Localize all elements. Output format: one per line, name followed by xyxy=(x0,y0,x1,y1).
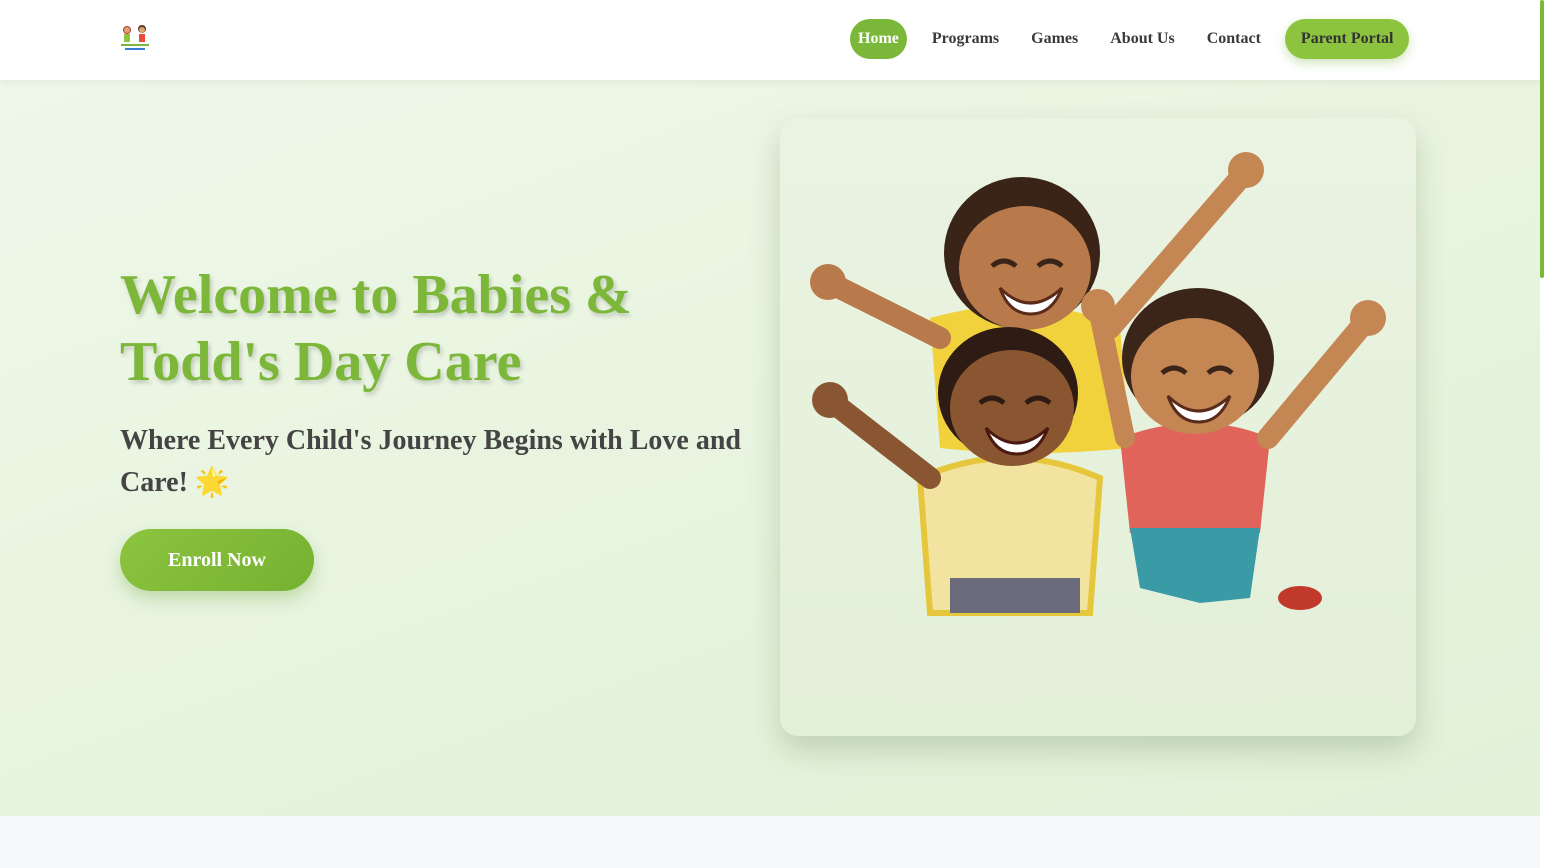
nav-programs[interactable]: Programs xyxy=(924,19,1007,59)
nav-about-us[interactable]: About Us xyxy=(1102,19,1182,59)
nav-home[interactable]: Home xyxy=(850,19,907,59)
nav-games[interactable]: Games xyxy=(1023,19,1086,59)
main-nav: Home Programs Games About Us Contact Par… xyxy=(850,19,1410,59)
parent-portal-button[interactable]: Parent Portal xyxy=(1284,19,1410,59)
happy-children-illustration xyxy=(810,152,1386,616)
enroll-now-button[interactable]: Enroll Now xyxy=(120,529,314,591)
hero-image-card xyxy=(780,118,1416,736)
scrollbar-thumb[interactable] xyxy=(1540,0,1544,278)
nav-contact[interactable]: Contact xyxy=(1199,19,1269,59)
site-header: Home Programs Games About Us Contact Par… xyxy=(0,0,1540,80)
daycare-logo-icon[interactable] xyxy=(118,22,152,54)
hero-title: Welcome to Babies & Todd's Day Care xyxy=(120,264,632,393)
hero-subtitle: Where Every Child's Journey Begins with … xyxy=(120,425,741,498)
